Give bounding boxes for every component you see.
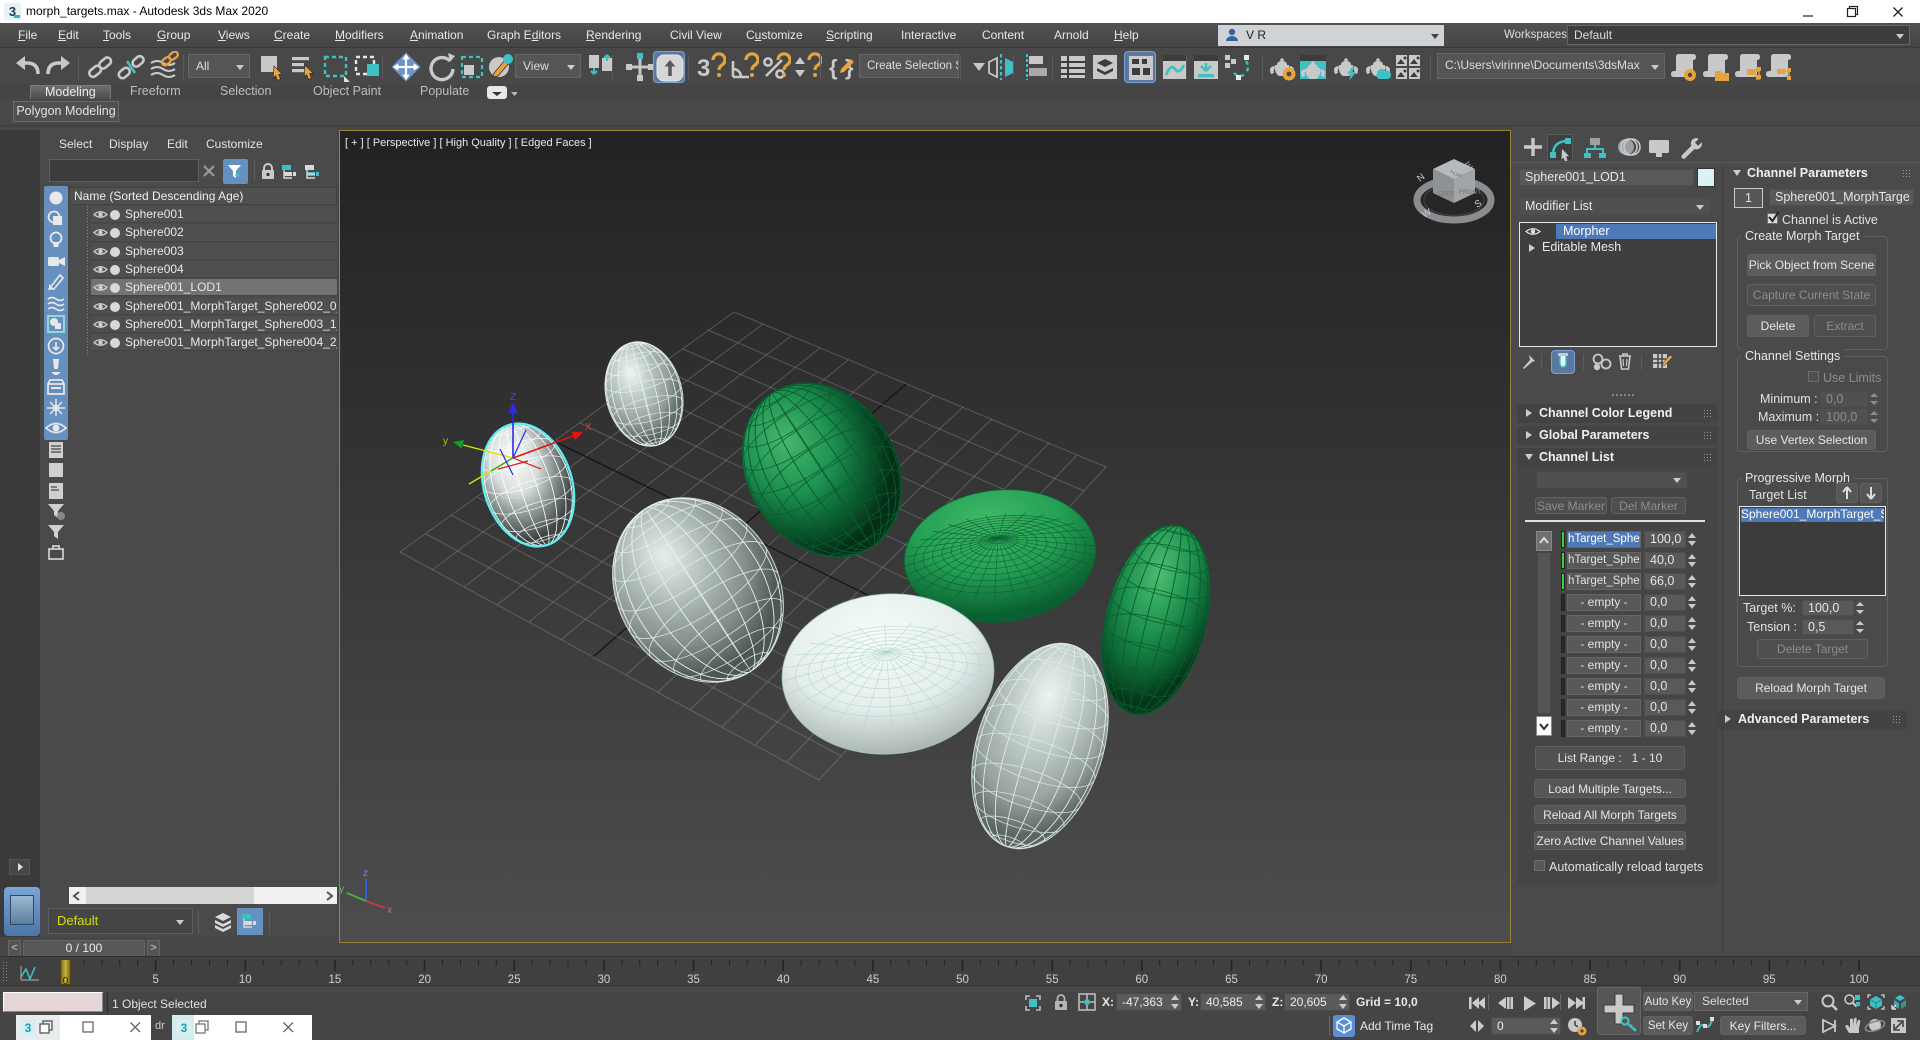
svg-text:95: 95 [1763,974,1776,986]
svg-text:5: 5 [152,974,158,986]
svg-text:45: 45 [867,974,880,986]
svg-text:y: y [340,884,344,895]
svg-text:35: 35 [687,974,700,986]
svg-text:FRONT: FRONT [1459,189,1481,196]
svg-text:3: 3 [25,1021,32,1035]
svg-text:{: { [829,55,838,80]
svg-text:LEFT: LEFT [1438,191,1454,198]
svg-text:15: 15 [329,974,342,986]
svg-text:20: 20 [418,974,431,986]
svg-text:75: 75 [1404,974,1417,986]
svg-text:y: y [443,436,448,447]
svg-text:55: 55 [1046,974,1059,986]
svg-text:10: 10 [239,974,252,986]
svg-text:40: 40 [777,974,790,986]
svg-text:z: z [363,868,368,879]
svg-text:3: 3 [697,55,710,82]
svg-text:60: 60 [1135,974,1148,986]
svg-text:3: 3 [181,1021,188,1035]
svg-text:85: 85 [1584,974,1597,986]
svg-text:100: 100 [1849,974,1868,986]
svg-text:90: 90 [1673,974,1686,986]
svg-text:x: x [387,905,392,916]
svg-text:25: 25 [508,974,521,986]
svg-text:30: 30 [598,974,611,986]
svg-text:80: 80 [1494,974,1507,986]
svg-text:X: X [585,422,592,433]
svg-text:N: N [1415,171,1427,184]
svg-text:65: 65 [1225,974,1238,986]
svg-text:Z: Z [510,392,516,403]
svg-text:50: 50 [956,974,969,986]
svg-text:70: 70 [1315,974,1328,986]
